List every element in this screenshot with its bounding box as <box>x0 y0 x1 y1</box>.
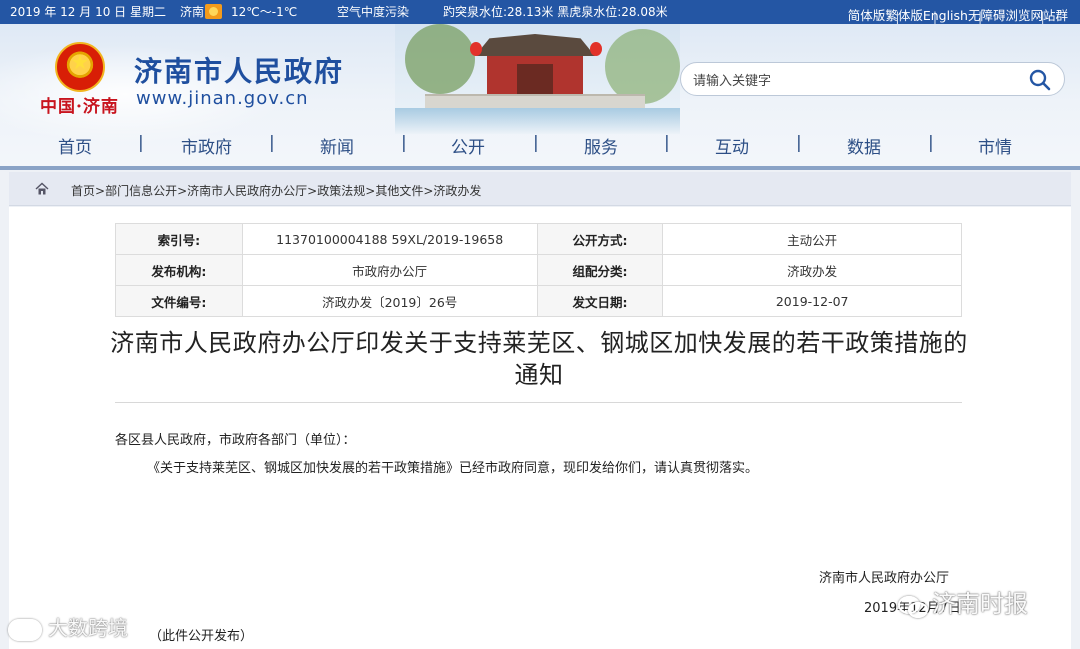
nav-news[interactable]: 新闻 <box>320 133 354 158</box>
watermark-left: 大数跨境 <box>8 612 128 641</box>
index-label: 索引号: <box>115 223 243 255</box>
divider: | <box>138 133 144 153</box>
header-stripe <box>0 166 1080 170</box>
sun-icon <box>205 4 222 19</box>
article-panel: 索引号: 11370100004188 59XL/2019-19658 公开方式… <box>9 207 1071 649</box>
link-simplified[interactable]: 简体版 <box>848 8 886 23</box>
site-url: www.jinan.gov.cn <box>136 88 309 109</box>
watermark-right: 济南时报 <box>898 584 1028 619</box>
nav-government[interactable]: 市政府 <box>181 133 232 158</box>
breadcrumb-trail: 首页>部门信息公开>济南市人民政府办公厅>政策法规>其他文件>济政办发 <box>71 184 482 198</box>
crumb-jizhengbanfa[interactable]: 济政办发 <box>433 184 481 198</box>
baotu-spring-scene-image <box>395 24 680 134</box>
index-value: 11370100004188 59XL/2019-19658 <box>241 223 538 255</box>
table-row: 索引号: 11370100004188 59XL/2019-19658 公开方式… <box>115 223 962 255</box>
crumb-policy[interactable]: 政策法规 <box>317 184 365 198</box>
temperature: 12℃～-1℃ <box>231 5 298 19</box>
document-body: 《关于支持莱芜区、钢城区加快发展的若干政策措施》已经市政府同意，现印发给你们，请… <box>147 461 759 476</box>
document-meta-table: 索引号: 11370100004188 59XL/2019-19658 公开方式… <box>115 223 962 317</box>
air-quality: 空气中度污染 <box>337 5 410 19</box>
search-input[interactable] <box>693 71 1013 89</box>
divider: | <box>796 133 802 153</box>
crumb-office[interactable]: 济南市人民政府办公厅 <box>187 184 307 198</box>
title-divider <box>115 402 962 403</box>
breadcrumb: 首页>部门信息公开>济南市人民政府办公厅>政策法规>其他文件>济政办发 <box>9 172 1071 206</box>
weather-city: 济南 <box>180 5 205 19</box>
divider: | <box>664 133 670 153</box>
category-label: 组配分类: <box>536 254 664 286</box>
nav-city-info[interactable]: 市情 <box>978 133 1012 158</box>
watermark-right-text: 济南时报 <box>932 590 1028 618</box>
publish-note: （此件公开发布） <box>149 629 254 644</box>
language-links: 简体版 | 繁体版 | English | 无障碍浏览 | 网站群 <box>848 5 1068 24</box>
divider: | <box>533 133 539 153</box>
crumb-home[interactable]: 首页 <box>71 184 95 198</box>
publisher-value: 市政府办公厅 <box>241 254 538 286</box>
search-icon[interactable] <box>1028 68 1052 92</box>
site-header: 中国·济南 济南市人民政府 www.jinan.gov.cn 首页 | 市政府 … <box>0 24 1080 166</box>
doc-number-label: 文件编号: <box>115 285 243 317</box>
jinan-seal-logo: 中国·济南 <box>40 97 119 117</box>
divider: | <box>269 133 275 153</box>
divider: | <box>1040 9 1045 24</box>
site-title[interactable]: 济南市人民政府 <box>134 50 344 90</box>
category-value: 济政办发 <box>662 254 962 286</box>
issue-date-value: 2019-12-07 <box>662 285 962 317</box>
crumb-other-files[interactable]: 其他文件 <box>375 184 423 198</box>
link-english[interactable]: English <box>923 8 968 23</box>
national-emblem-icon[interactable] <box>55 42 105 92</box>
spring-water-level: 趵突泉水位:28.13米 黑虎泉水位:28.08米 <box>443 5 668 19</box>
divider: | <box>977 9 983 24</box>
divider: | <box>928 133 934 153</box>
publisher-label: 发布机构: <box>115 254 243 286</box>
nav-home[interactable]: 首页 <box>58 133 92 158</box>
open-mode-value: 主动公开 <box>662 223 962 255</box>
link-traditional[interactable]: 繁体版 <box>885 8 923 23</box>
home-icon[interactable] <box>35 182 49 196</box>
watermark-left-text: 大数跨境 <box>48 616 128 640</box>
link-site-group[interactable]: 网站群 <box>1030 8 1068 23</box>
main-nav: 首页 | 市政府 | 新闻 | 公开 | 服务 | 互动 | 数据 | 市情 <box>0 128 1080 162</box>
top-info-bar: 2019 年 12 月 10 日 星期二 济南 12℃～-1℃ 空气中度污染 趵… <box>0 0 1080 24</box>
search-box <box>680 62 1065 96</box>
crumb-dept-info[interactable]: 部门信息公开 <box>105 184 177 198</box>
current-date: 2019 年 12 月 10 日 星期二 <box>10 5 166 19</box>
open-mode-label: 公开方式: <box>536 223 664 255</box>
table-row: 文件编号: 济政办发〔2019〕26号 发文日期: 2019-12-07 <box>115 285 962 317</box>
nav-interaction[interactable]: 互动 <box>715 133 749 158</box>
doc-number-value: 济政办发〔2019〕26号 <box>241 285 538 317</box>
nav-services[interactable]: 服务 <box>584 133 618 158</box>
document-title: 济南市人民政府办公厅印发关于支持莱芜区、钢城区加快发展的若干政策措施的通知 <box>110 329 968 389</box>
divider: | <box>401 133 407 153</box>
document-greeting: 各区县人民政府，市政府各部门（单位）： <box>115 433 356 448</box>
table-row: 发布机构: 市政府办公厅 组配分类: 济政办发 <box>115 254 962 286</box>
issue-date-label: 发文日期: <box>536 285 664 317</box>
nav-open[interactable]: 公开 <box>451 133 485 158</box>
divider: | <box>895 9 900 24</box>
wechat-icon <box>898 594 928 618</box>
divider: | <box>932 9 938 24</box>
watermark-logo-icon <box>8 618 42 641</box>
nav-data[interactable]: 数据 <box>847 133 881 158</box>
